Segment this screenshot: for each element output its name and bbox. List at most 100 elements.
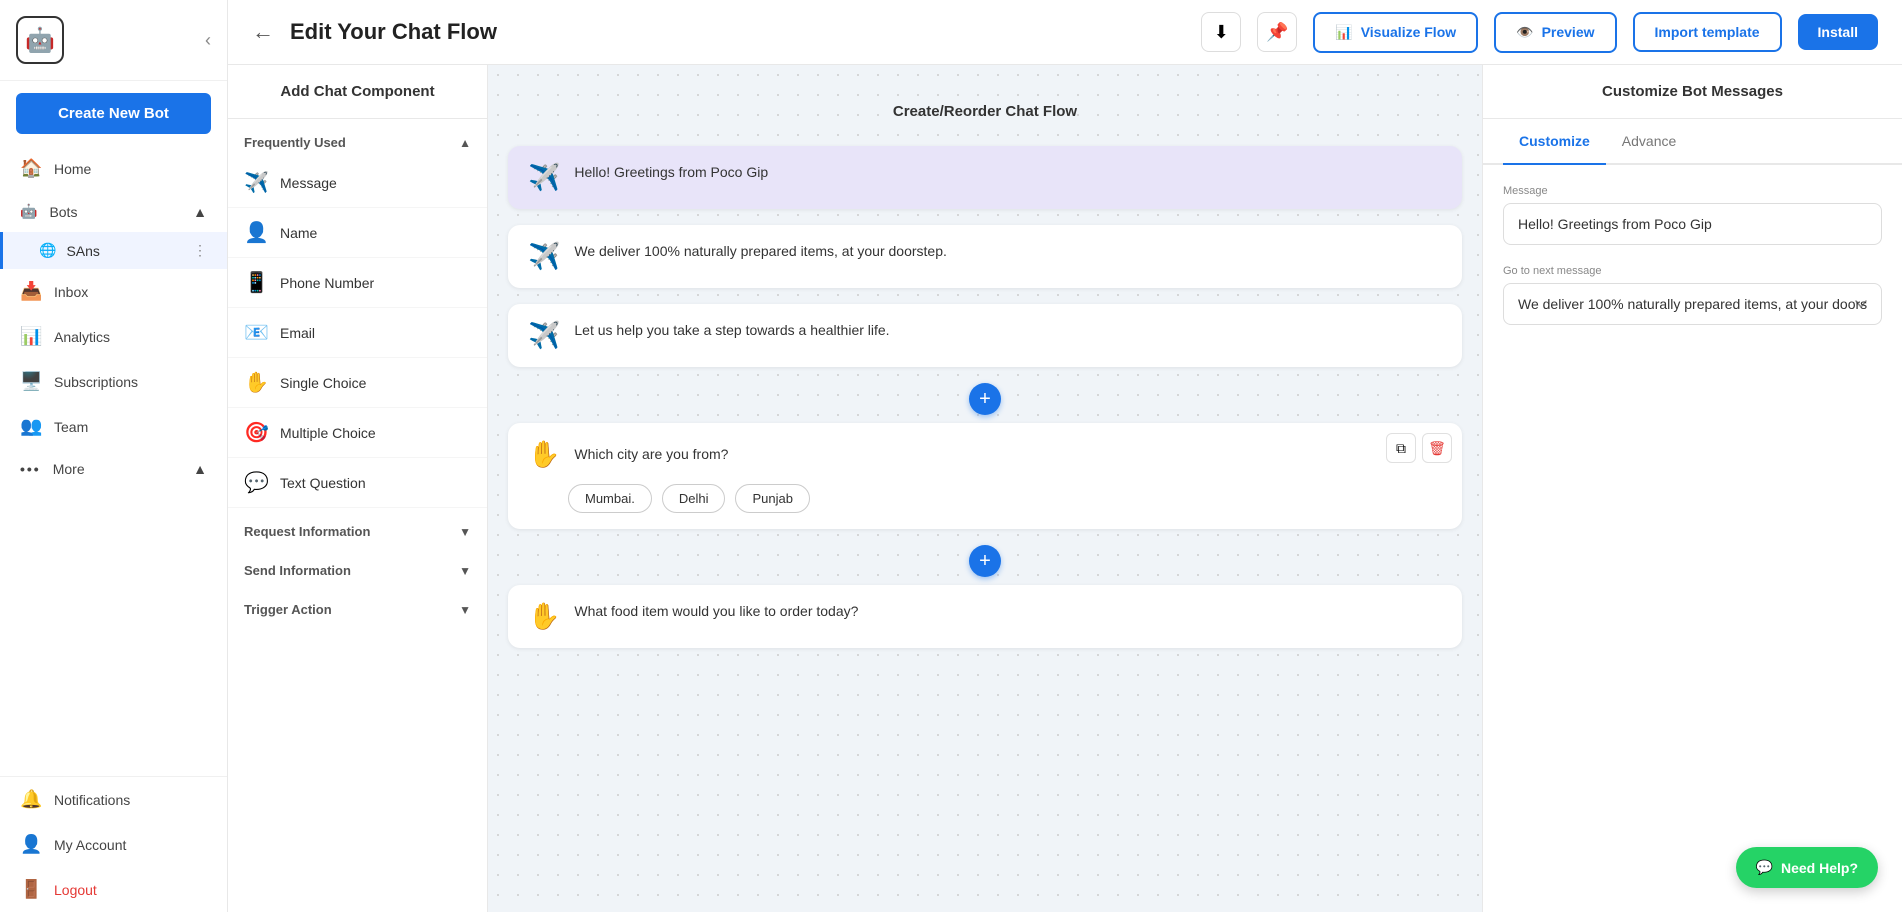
sidebar-item-notifications[interactable]: 🔔 Notifications [0, 777, 227, 822]
sidebar: 🤖 ‹ Create New Bot 🏠 Home 🤖 Bots ▲ 🌐 SAn… [0, 0, 228, 912]
component-name-label: Name [280, 225, 317, 241]
greet-bot-icon: ✈️ [528, 162, 560, 193]
chat-item-help[interactable]: ✈️ Let us help you take a step towards a… [508, 304, 1462, 367]
message-form-group: Message [1503, 185, 1882, 245]
trigger-action-label: Trigger Action [244, 602, 332, 617]
header: ← Edit Your Chat Flow ⬇ 📌 📊 Visualize Fl… [228, 0, 1902, 65]
frequently-used-label: Frequently Used [244, 135, 346, 150]
center-panel: Create/Reorder Chat Flow ✈️ Hello! Greet… [488, 65, 1482, 912]
tab-advance[interactable]: Advance [1606, 119, 1692, 165]
component-single-choice[interactable]: ✋ Single Choice [228, 358, 487, 408]
sidebar-item-logout[interactable]: 🚪 Logout [0, 867, 227, 912]
sidebar-item-inbox[interactable]: 📥 Inbox [0, 269, 227, 314]
import-template-button[interactable]: Import template [1633, 12, 1782, 52]
subscriptions-icon: 🖥️ [20, 371, 42, 392]
city-question-text: Which city are you from? [574, 444, 728, 465]
add-button-2[interactable]: + [969, 545, 1001, 577]
content-area: Add Chat Component Frequently Used ▲ ✈️ … [228, 65, 1902, 912]
home-icon: 🏠 [20, 158, 42, 179]
component-text-question[interactable]: 💬 Text Question [228, 458, 487, 508]
message-input[interactable] [1503, 203, 1882, 245]
preview-button[interactable]: 👁️ Preview [1494, 12, 1616, 53]
main-content: ← Edit Your Chat Flow ⬇ 📌 📊 Visualize Fl… [228, 0, 1902, 912]
share-icon: 📌 [1266, 22, 1288, 43]
sidebar-label-logout: Logout [54, 882, 97, 898]
bots-arrow-icon: ▲ [193, 204, 207, 220]
card-actions: ⧉ 🗑 [1386, 433, 1452, 463]
collapse-button[interactable]: ‹ [205, 30, 211, 51]
more-icon: ••• [20, 461, 41, 477]
sidebar-item-subscriptions[interactable]: 🖥️ Subscriptions [0, 359, 227, 404]
component-message-label: Message [280, 175, 337, 191]
sans-more-icon[interactable]: ⋮ [193, 242, 207, 259]
right-panel-content: Message Go to next message We deliver 10… [1483, 165, 1902, 365]
component-multiple-choice-label: Multiple Choice [280, 425, 376, 441]
choice-card-header: ✋ Which city are you from? [528, 439, 1442, 470]
more-arrow-icon: ▲ [193, 461, 207, 477]
request-information-section[interactable]: Request Information ▼ [228, 508, 487, 547]
choice-bot-icon: ✋ [528, 439, 560, 470]
component-name[interactable]: 👤 Name [228, 208, 487, 258]
component-email[interactable]: 📧 Email [228, 308, 487, 358]
chat-item-greet[interactable]: ✈️ Hello! Greetings from Poco Gip [508, 146, 1462, 209]
request-info-chevron: ▼ [459, 525, 471, 539]
send-information-section[interactable]: Send Information ▼ [228, 547, 487, 586]
add-button-1[interactable]: + [969, 383, 1001, 415]
chat-item-city[interactable]: ⧉ 🗑 ✋ Which city are you from? Mumbai. D… [508, 423, 1462, 529]
install-button[interactable]: Install [1798, 14, 1878, 50]
sidebar-label-inbox: Inbox [54, 284, 88, 300]
choice-option-mumbai[interactable]: Mumbai. [568, 484, 652, 513]
delete-button[interactable]: 🗑 [1422, 433, 1452, 463]
message-icon: ✈️ [244, 170, 268, 195]
component-phone-number[interactable]: 📱 Phone Number [228, 258, 487, 308]
right-panel-header: Customize Bot Messages [1483, 65, 1902, 119]
visualize-icon: 📊 [1335, 24, 1352, 41]
bots-icon: 🤖 [20, 203, 37, 220]
choice-option-delhi[interactable]: Delhi [662, 484, 726, 513]
visualize-flow-button[interactable]: 📊 Visualize Flow [1313, 12, 1478, 53]
notifications-icon: 🔔 [20, 789, 42, 810]
component-message[interactable]: ✈️ Message [228, 158, 487, 208]
sidebar-label-notifications: Notifications [54, 792, 130, 808]
sidebar-item-team[interactable]: 👥 Team [0, 404, 227, 449]
download-button[interactable]: ⬇ [1201, 12, 1241, 52]
analytics-icon: 📊 [20, 326, 42, 347]
sidebar-item-analytics[interactable]: 📊 Analytics [0, 314, 227, 359]
next-message-select[interactable]: We deliver 100% naturally prepared items… [1503, 283, 1882, 325]
component-phone-label: Phone Number [280, 275, 374, 291]
sidebar-item-more[interactable]: ••• More ▲ [0, 449, 227, 489]
sidebar-label-analytics: Analytics [54, 329, 110, 345]
help-button[interactable]: 💬 Need Help? [1736, 847, 1878, 888]
component-single-choice-label: Single Choice [280, 375, 366, 391]
next-message-label: Go to next message [1503, 265, 1882, 277]
create-new-bot-button[interactable]: Create New Bot [16, 93, 211, 134]
sidebar-item-home[interactable]: 🏠 Home [0, 146, 227, 191]
trigger-action-section[interactable]: Trigger Action ▼ [228, 586, 487, 625]
next-message-form-group: Go to next message We deliver 100% natur… [1503, 265, 1882, 325]
sidebar-item-sans[interactable]: 🌐 SAns ⋮ [0, 232, 227, 269]
copy-button[interactable]: ⧉ [1386, 433, 1416, 463]
tab-customize[interactable]: Customize [1503, 119, 1606, 165]
back-button[interactable]: ← [252, 19, 274, 45]
chat-item-food[interactable]: ✋ What food item would you like to order… [508, 585, 1462, 648]
right-panel: Customize Bot Messages Customize Advance… [1482, 65, 1902, 912]
download-icon: ⬇ [1214, 22, 1229, 43]
component-multiple-choice[interactable]: 🎯 Multiple Choice [228, 408, 487, 458]
left-panel: Add Chat Component Frequently Used ▲ ✈️ … [228, 65, 488, 912]
help-text: Let us help you take a step towards a he… [574, 320, 889, 341]
single-choice-icon: ✋ [244, 370, 268, 395]
choice-option-punjab[interactable]: Punjab [735, 484, 809, 513]
sidebar-item-bots[interactable]: 🤖 Bots ▲ [0, 191, 227, 232]
text-question-icon: 💬 [244, 470, 268, 495]
sidebar-item-my-account[interactable]: 👤 My Account [0, 822, 227, 867]
deliver-bot-icon: ✈️ [528, 241, 560, 272]
frequently-used-section[interactable]: Frequently Used ▲ [228, 119, 487, 158]
my-account-icon: 👤 [20, 834, 42, 855]
choice-options: Mumbai. Delhi Punjab [528, 484, 1442, 513]
sidebar-label-sans: SAns [66, 243, 99, 259]
deliver-text: We deliver 100% naturally prepared items… [574, 241, 947, 262]
help-label: Need Help? [1781, 860, 1858, 876]
phone-number-icon: 📱 [244, 270, 268, 295]
chat-item-deliver[interactable]: ✈️ We deliver 100% naturally prepared it… [508, 225, 1462, 288]
share-button[interactable]: 📌 [1257, 12, 1297, 52]
